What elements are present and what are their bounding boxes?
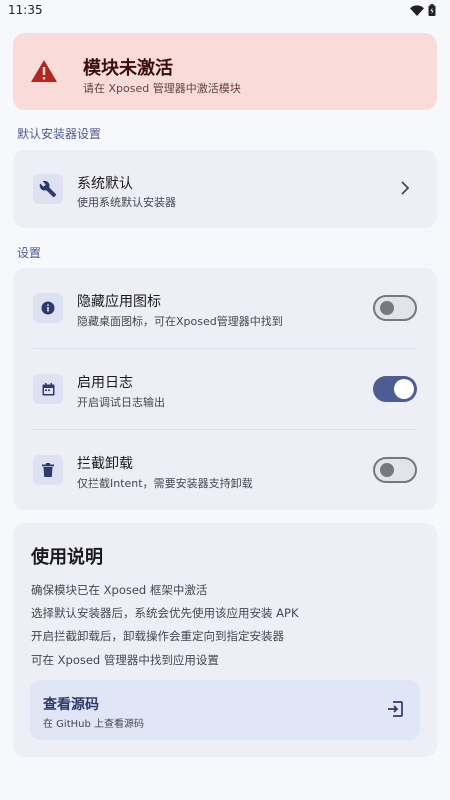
banner-title: 模块未激活	[83, 58, 173, 79]
warning-icon	[31, 60, 57, 82]
calendar-icon	[33, 374, 63, 404]
open-external-icon	[388, 701, 403, 717]
help-line: 确保模块已在 Xposed 框架中激活	[31, 583, 208, 597]
settings-section-label: 设置	[17, 246, 42, 260]
default-installer-title: 系统默认	[77, 176, 133, 192]
status-time: 11:35	[8, 3, 43, 17]
trash-icon	[33, 455, 63, 485]
enable-log-subtitle: 开启调试日志输出	[77, 396, 165, 409]
default-installer-subtitle: 使用系统默认安装器	[77, 196, 176, 209]
status-icons	[410, 4, 436, 16]
intercept-uninstall-subtitle: 仅拦截Intent，需要安装器支持卸载	[77, 477, 253, 490]
wrench-icon	[33, 174, 63, 204]
hide-icon-subtitle: 隐藏桌面图标，可在Xposed管理器中找到	[77, 315, 283, 328]
default-installer-row[interactable]: 系统默认 使用系统默认安装器	[13, 150, 437, 228]
chevron-right-icon	[401, 181, 410, 195]
hide-icon-row[interactable]: 隐藏应用图标 隐藏桌面图标，可在Xposed管理器中找到	[13, 268, 437, 348]
settings-card: 隐藏应用图标 隐藏桌面图标，可在Xposed管理器中找到 启用日志 开启调试日志…	[13, 268, 437, 510]
hide-icon-title: 隐藏应用图标	[77, 294, 161, 310]
enable-log-row[interactable]: 启用日志 开启调试日志输出	[13, 349, 437, 429]
view-source-title: 查看源码	[43, 697, 99, 713]
help-line: 选择默认安装器后，系统会优先使用该应用安装 APK	[31, 606, 299, 620]
intercept-uninstall-title: 拦截卸载	[77, 456, 133, 472]
info-icon	[33, 293, 63, 323]
banner-subtitle: 请在 Xposed 管理器中激活模块	[83, 82, 241, 95]
view-source-button[interactable]: 查看源码 在 GitHub 上查看源码	[30, 680, 420, 740]
intercept-uninstall-toggle[interactable]	[373, 457, 417, 483]
help-line: 可在 Xposed 管理器中找到应用设置	[31, 653, 219, 667]
battery-icon	[428, 4, 436, 16]
intercept-uninstall-row[interactable]: 拦截卸载 仅拦截Intent，需要安装器支持卸载	[13, 430, 437, 510]
module-inactive-banner: 模块未激活 请在 Xposed 管理器中激活模块	[13, 33, 437, 110]
help-card: 使用说明 确保模块已在 Xposed 框架中激活 选择默认安装器后，系统会优先使…	[13, 523, 437, 757]
installer-card: 系统默认 使用系统默认安装器	[13, 150, 437, 228]
hide-icon-toggle[interactable]	[373, 295, 417, 321]
enable-log-toggle[interactable]	[373, 376, 417, 402]
wifi-icon	[410, 4, 424, 16]
installer-section-label: 默认安装器设置	[17, 127, 102, 141]
view-source-subtitle: 在 GitHub 上查看源码	[43, 719, 145, 730]
help-title: 使用说明	[31, 547, 103, 568]
enable-log-title: 启用日志	[77, 375, 133, 391]
help-line: 开启拦截卸载后，卸载操作会重定向到指定安装器	[31, 629, 284, 643]
status-bar: 11:35	[0, 0, 450, 20]
